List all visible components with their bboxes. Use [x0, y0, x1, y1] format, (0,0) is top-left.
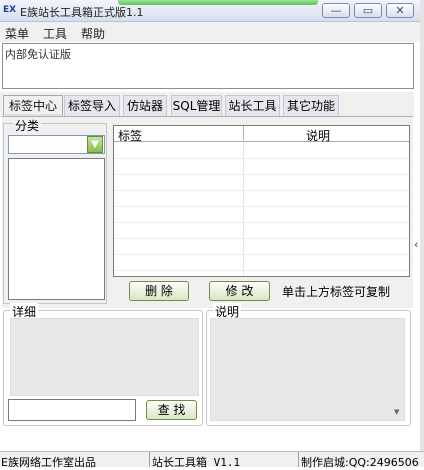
maximize-button[interactable]: ▭ [354, 3, 382, 18]
app-icon: EX [3, 5, 17, 15]
copy-hint-text: 单击上方标签可复制 [282, 285, 391, 299]
tab-other-functions[interactable]: 其它功能 [283, 95, 339, 117]
table-row [114, 222, 409, 223]
search-input[interactable] [8, 399, 136, 421]
table-row [114, 190, 409, 191]
tab-tag-center[interactable]: 标签中心 [3, 95, 63, 117]
edit-button[interactable]: 修 改 [209, 281, 270, 301]
status-divider [149, 452, 150, 467]
title-highlight [118, 0, 318, 5]
search-button[interactable]: 查 找 [146, 400, 197, 420]
description-textarea[interactable] [210, 318, 405, 421]
table-row [114, 158, 409, 159]
tab-sql-manager[interactable]: SQL管理 [171, 95, 222, 117]
tab-webmaster-tools[interactable]: 站长工具 [225, 95, 280, 117]
column-header-tag[interactable]: 标签 [118, 127, 142, 144]
menu-item-menu[interactable]: 菜单 [5, 25, 29, 42]
tag-table-header [114, 126, 409, 142]
menu-item-tools[interactable]: 工具 [43, 25, 67, 42]
status-contact: 制作启城:QQ:2496506 [301, 456, 419, 469]
minimize-button[interactable]: — [322, 3, 350, 18]
column-divider [243, 126, 244, 142]
table-row [114, 270, 409, 271]
status-credit: E族网络工作室出品 [1, 456, 96, 469]
tab-site-cloner[interactable]: 仿站器 [123, 95, 167, 117]
category-legend: 分类 [13, 117, 42, 134]
table-row [114, 254, 409, 255]
chevron-down-icon[interactable]: ▼ [87, 136, 103, 153]
detail-textarea[interactable] [10, 318, 199, 396]
tab-tag-import[interactable]: 标签导入 [64, 95, 120, 117]
column-divider [243, 142, 244, 276]
status-version: 站长工具箱 V1.1 [152, 456, 241, 469]
table-row [114, 238, 409, 239]
table-row [114, 174, 409, 175]
table-row [114, 206, 409, 207]
scroll-down-icon[interactable]: ▼ [394, 408, 399, 416]
window-edge [420, 0, 424, 451]
status-divider [298, 452, 299, 467]
close-button[interactable]: ✕ [386, 3, 414, 18]
window-title: E族站长工具箱正式版1.1 [20, 6, 144, 19]
category-list[interactable] [8, 158, 105, 300]
notice-text: 内部免认证版 [5, 48, 71, 61]
delete-button[interactable]: 删 除 [129, 281, 189, 301]
chevron-left-icon[interactable]: ‹ [414, 238, 418, 251]
menu-item-help[interactable]: 帮助 [81, 25, 105, 42]
column-header-description[interactable]: 说明 [306, 127, 330, 144]
